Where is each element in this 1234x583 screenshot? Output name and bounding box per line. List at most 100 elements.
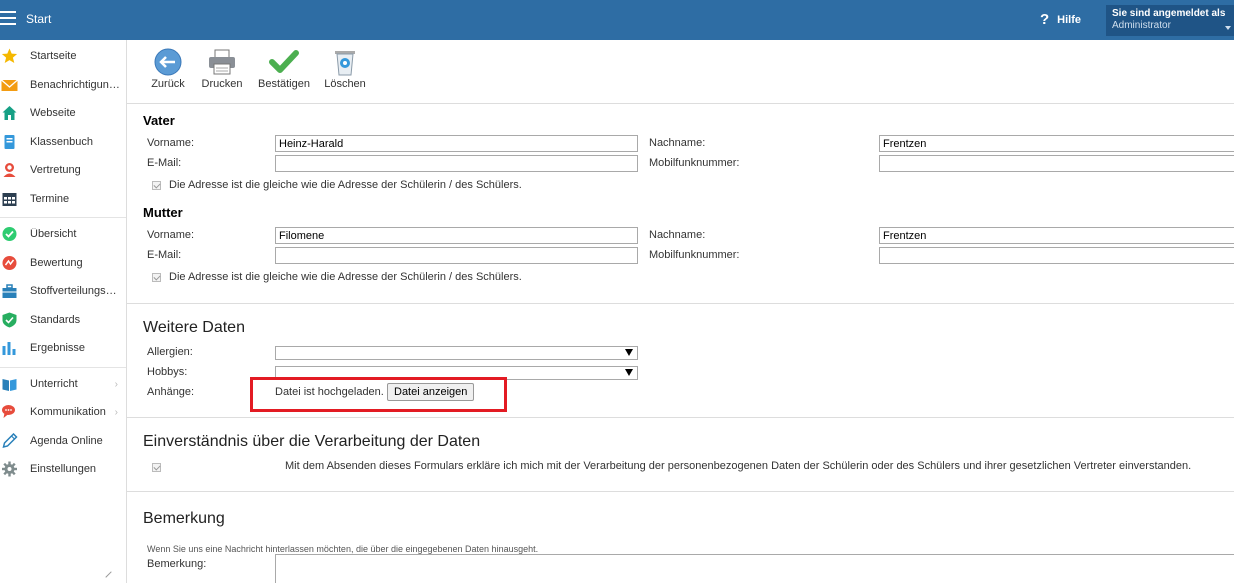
gear-icon	[2, 461, 17, 477]
user-name: Administrator	[1112, 20, 1171, 31]
further-data-heading: Weitere Daten	[143, 319, 245, 336]
father-lastname-input[interactable]	[879, 135, 1234, 152]
pen-icon	[2, 432, 18, 448]
sidebar-item-label: Termine	[30, 192, 70, 205]
sidebar-item-label: Benachrichtigungen	[30, 78, 120, 91]
help-button[interactable]: ? Hilfe	[1040, 11, 1081, 28]
consent-checkbox[interactable]	[152, 463, 161, 472]
sidebar-item-label: Unterricht	[30, 377, 78, 390]
section-divider	[127, 491, 1234, 492]
father-email-label: E-Mail:	[147, 157, 182, 169]
sidebar-item-klassenbuch[interactable]: Klassenbuch	[0, 128, 126, 157]
nav-group-extra: Unterricht › Kommunikation › Agenda Onli…	[0, 368, 126, 488]
sidebar-item-label: Bewertung	[30, 256, 83, 269]
briefcase-icon	[2, 284, 17, 299]
father-heading: Vater	[143, 113, 175, 128]
person-icon	[3, 163, 16, 178]
mother-firstname-input[interactable]	[275, 227, 638, 244]
back-button[interactable]: Zurück	[143, 48, 193, 90]
sidebar-item-vertretung[interactable]: Vertretung	[0, 156, 126, 185]
sidebar-item-standards[interactable]: Standards	[0, 306, 126, 335]
delete-label: Löschen	[324, 78, 366, 90]
allergies-select[interactable]	[275, 346, 638, 360]
sidebar-item-ergebnisse[interactable]: Ergebnisse	[0, 334, 126, 363]
question-icon: ?	[1040, 11, 1050, 28]
mother-address-same-checkbox[interactable]	[152, 273, 161, 282]
section-divider	[127, 417, 1234, 418]
mother-lastname-label: Nachname:	[649, 229, 706, 241]
father-mobile-label: Mobilfunknummer:	[649, 157, 740, 169]
father-firstname-label: Vorname:	[147, 137, 195, 149]
print-label: Drucken	[201, 78, 243, 90]
main-content: Vater Vorname: Nachname: E-Mail: Mobilfu…	[127, 104, 1234, 583]
sidebar-item-label: Vertretung	[30, 164, 81, 177]
sidebar-item-label: Stoffverteilungsplan	[30, 285, 120, 298]
sidebar-collapse-handle[interactable]	[105, 571, 117, 583]
help-label: Hilfe	[1057, 13, 1082, 26]
sidebar-item-unterricht[interactable]: Unterricht ›	[0, 370, 126, 399]
sidebar-item-bewertung[interactable]: Bewertung	[0, 249, 126, 278]
open-book-icon	[2, 378, 17, 391]
father-firstname-input[interactable]	[275, 135, 638, 152]
allergies-label: Allergien:	[147, 346, 193, 358]
sidebar-item-label: Startseite	[30, 50, 77, 63]
sidebar-item-kommunikation[interactable]: Kommunikation ›	[0, 398, 126, 427]
mother-mobile-label: Mobilfunknummer:	[649, 249, 740, 261]
chevron-right-icon: ›	[114, 378, 118, 390]
nav-group-evaluation: Übersicht Bewertung Stoffverteilungsplan…	[0, 218, 126, 368]
confirm-label: Bestätigen	[258, 78, 310, 90]
sidebar: Startseite Benachrichtigungen Webseite K…	[0, 40, 127, 583]
chat-icon	[2, 405, 15, 419]
sidebar-item-startseite[interactable]: Startseite	[0, 42, 126, 71]
sidebar-item-termine[interactable]: Termine	[0, 185, 126, 214]
sidebar-item-webseite[interactable]: Webseite	[0, 99, 126, 128]
sidebar-item-uebersicht[interactable]: Übersicht	[0, 220, 126, 249]
dropdown-arrow-icon	[625, 369, 633, 376]
home-icon	[2, 106, 17, 121]
sidebar-item-stoffverteilungsplan[interactable]: Stoffverteilungsplan	[0, 277, 126, 306]
mother-heading: Mutter	[143, 205, 183, 220]
menu-icon[interactable]	[0, 11, 16, 25]
top-bar: Start ? Hilfe Sie sind angemeldet als Ad…	[0, 0, 1234, 40]
confirm-button[interactable]: Bestätigen	[257, 48, 311, 90]
remark-hint: Wenn Sie uns eine Nachricht hinterlassen…	[147, 544, 539, 554]
sidebar-item-benachrichtigungen[interactable]: Benachrichtigungen	[0, 71, 126, 100]
bar-chart-icon	[2, 342, 16, 356]
father-email-input[interactable]	[275, 155, 638, 172]
printer-icon	[209, 49, 235, 75]
trash-icon	[335, 51, 355, 76]
sidebar-item-agenda-online[interactable]: Agenda Online	[0, 427, 126, 456]
mother-address-same-label: Die Adresse ist die gleiche wie die Adre…	[169, 271, 522, 283]
calendar-icon	[2, 192, 17, 206]
remark-textarea[interactable]	[275, 554, 1234, 583]
remark-label: Bemerkung:	[147, 558, 207, 570]
arrow-left-icon	[154, 48, 182, 76]
remark-heading: Bemerkung	[143, 510, 225, 527]
consent-text: Mit dem Absenden dieses Formulars erklär…	[285, 460, 1192, 472]
nav-group-main: Startseite Benachrichtigungen Webseite K…	[0, 40, 126, 218]
show-file-button[interactable]: Datei anzeigen	[387, 383, 475, 401]
hobbies-label: Hobbys:	[147, 366, 188, 378]
mother-email-input[interactable]	[275, 247, 638, 264]
dropdown-arrow-icon	[625, 349, 633, 356]
mother-mobile-input[interactable]	[879, 247, 1234, 264]
father-lastname-label: Nachname:	[649, 137, 706, 149]
mother-lastname-input[interactable]	[879, 227, 1234, 244]
user-status-label: Sie sind angemeldet als	[1112, 8, 1226, 19]
sidebar-item-einstellungen[interactable]: Einstellungen	[0, 455, 126, 484]
section-divider	[127, 303, 1234, 304]
sidebar-item-label: Kommunikation	[30, 406, 106, 419]
print-button[interactable]: Drucken	[197, 48, 247, 90]
sidebar-item-label: Agenda Online	[30, 434, 103, 447]
toolbar: Zurück Drucken Bestätigen Löschen	[127, 40, 1234, 104]
shield-check-icon	[2, 312, 17, 328]
father-mobile-input[interactable]	[879, 155, 1234, 172]
delete-button[interactable]: Löschen	[320, 48, 370, 90]
father-address-same-label: Die Adresse ist die gleiche wie die Adre…	[169, 179, 522, 191]
sidebar-item-label: Standards	[30, 313, 81, 326]
father-address-same-checkbox[interactable]	[152, 181, 161, 190]
sidebar-item-label: Webseite	[30, 107, 76, 120]
user-menu[interactable]: Sie sind angemeldet als Administrator	[1106, 5, 1234, 36]
back-label: Zurück	[151, 78, 185, 90]
app-title: Start	[26, 12, 52, 26]
